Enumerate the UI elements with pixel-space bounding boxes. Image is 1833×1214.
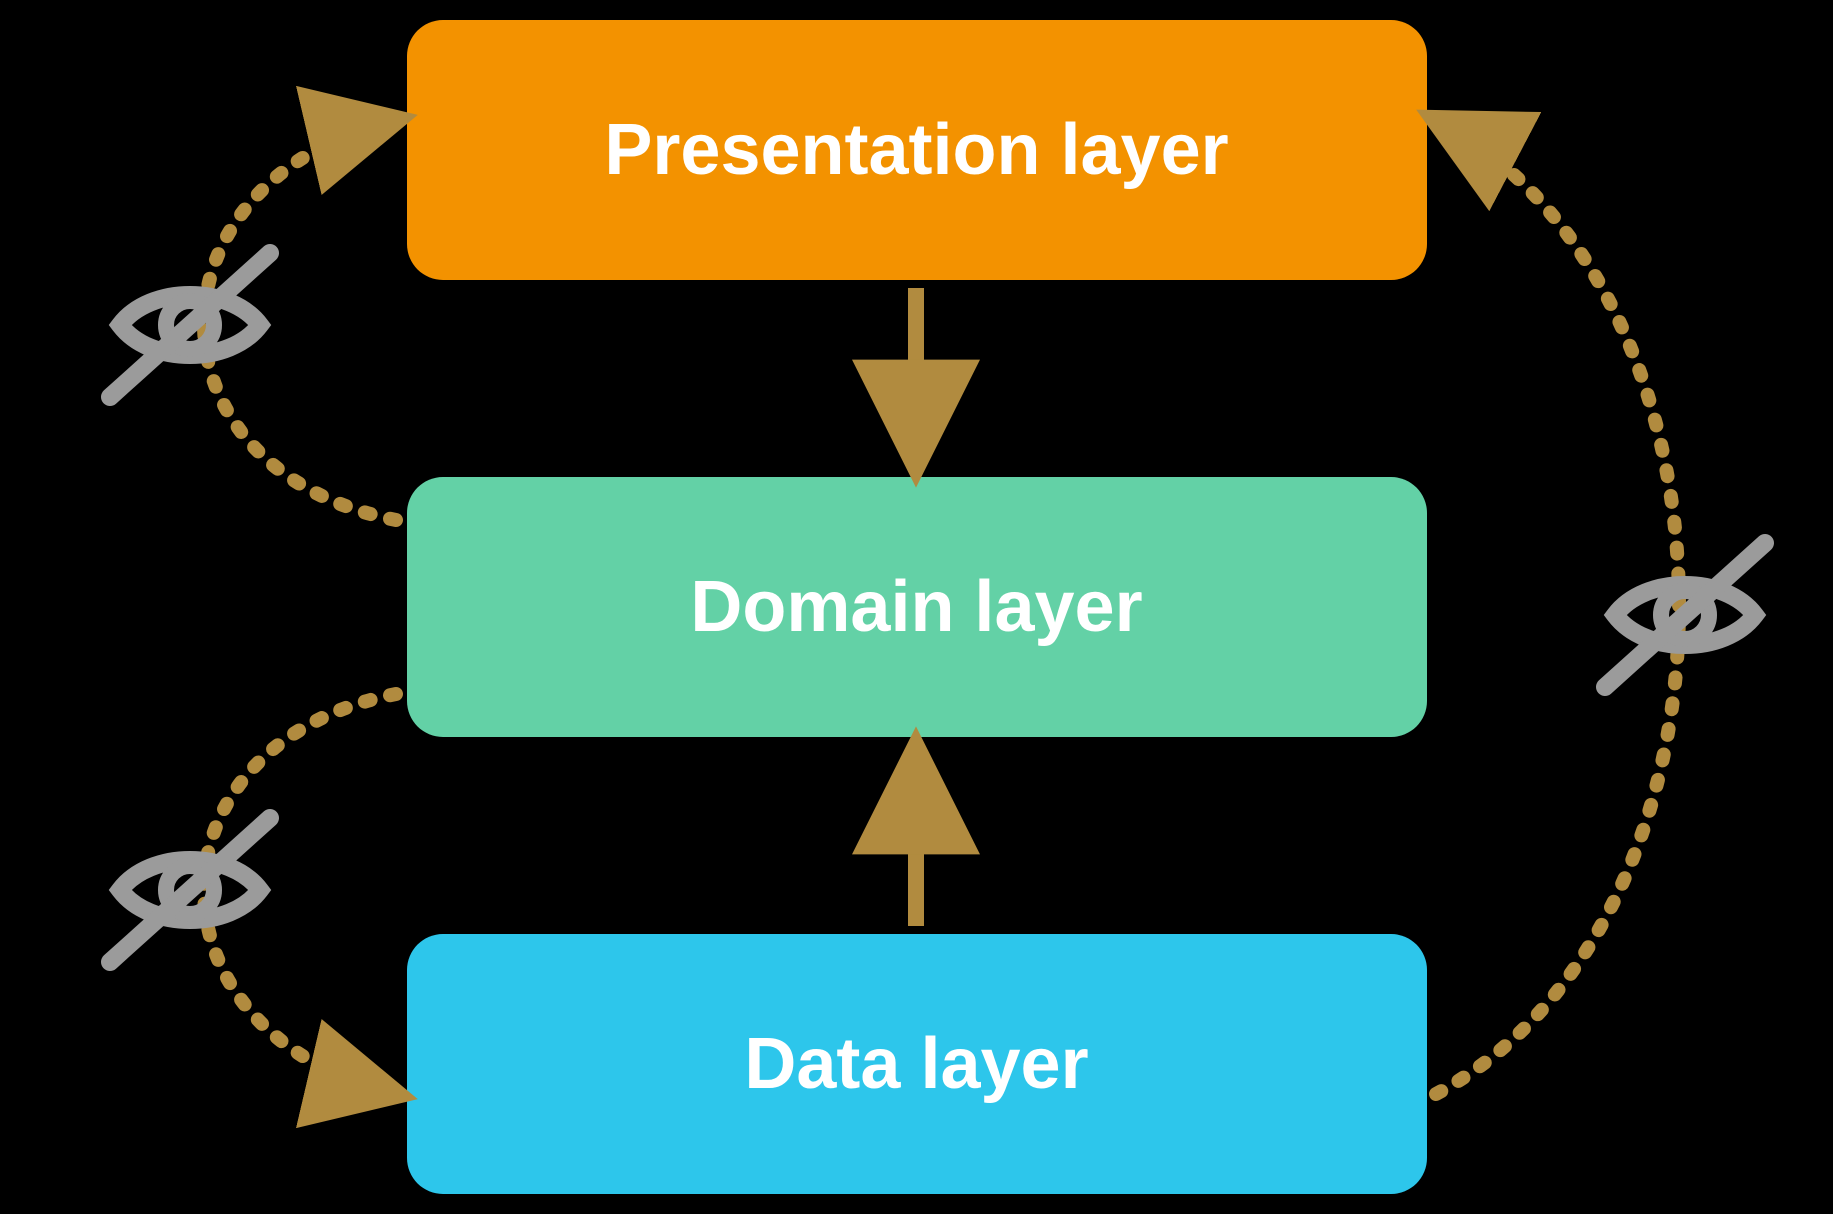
layer-domain-label: Domain layer	[690, 566, 1142, 648]
arrow-data-to-presentation-hidden	[1436, 120, 1679, 1094]
layer-data: Data layer	[407, 934, 1427, 1194]
hidden-eye-icon	[110, 253, 270, 397]
arrow-domain-to-data-hidden	[204, 694, 396, 1094]
layer-presentation-label: Presentation layer	[604, 109, 1228, 191]
arrow-domain-to-presentation-hidden	[204, 120, 396, 520]
hidden-eye-icon	[1605, 543, 1765, 687]
hidden-eye-icon	[110, 818, 270, 962]
layer-domain: Domain layer	[407, 477, 1427, 737]
layer-presentation: Presentation layer	[407, 20, 1427, 280]
diagram-stage: Presentation layer Domain layer Data lay…	[0, 0, 1833, 1214]
layer-data-label: Data layer	[744, 1023, 1088, 1105]
